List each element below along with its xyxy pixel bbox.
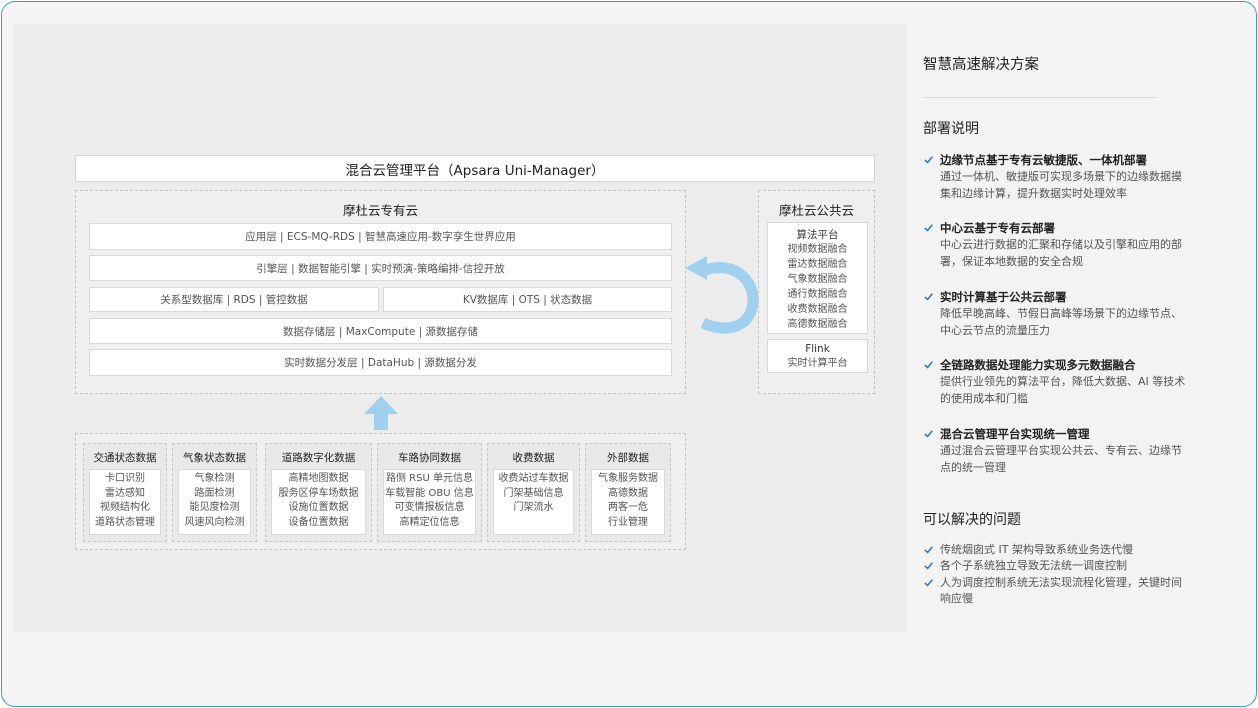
problem-item: 人为调度控制系统无法实现流程化管理，关键时间 响应慢 (923, 575, 1223, 607)
deploy-item-title: 混合云管理平台实现统一管理 (940, 427, 1090, 441)
deploy-heading: 部署说明 (923, 121, 979, 137)
deploy-item-title: 全链路数据处理能力实现多元数据融合 (940, 358, 1136, 372)
deploy-item-title: 中心云基于专有云部署 (940, 221, 1055, 235)
divider (923, 97, 1157, 98)
loop-arrow-icon (700, 261, 759, 334)
deploy-item-text: 集和边缘计算，提升数据实时处理效率 (940, 187, 1127, 200)
problem-text: 人为调度控制系统无法实现流程化管理，关键时间 (940, 576, 1182, 589)
problem-item: 传统烟囱式 IT 架构导致系统业务迭代慢 (923, 542, 1223, 558)
deploy-item-text: 降低早晚高峰、节假日高峰等场景下的边缘节点、 (940, 307, 1182, 320)
deploy-item-text: 中心云节点的流量压力 (940, 324, 1050, 337)
problems-heading: 可以解决的问题 (923, 512, 1021, 528)
deploy-item-text: 提供行业领先的算法平台，降低大数据、AI 等技术 (940, 375, 1186, 388)
problem-text: 传统烟囱式 IT 架构导致系统业务迭代慢 (940, 543, 1133, 556)
check-icon (924, 293, 933, 301)
deploy-item-text: 署，保证本地数据的安全合规 (940, 255, 1083, 268)
check-icon (924, 579, 933, 587)
panel-title: 智慧高速解决方案 (923, 57, 1039, 73)
check-icon (924, 430, 933, 438)
check-icon (924, 562, 933, 570)
check-icon (924, 546, 933, 554)
deploy-item-text: 的使用成本和门槛 (940, 392, 1028, 405)
deploy-item-text: 通过一体机、敏捷版可实现多场景下的边缘数据摸 (940, 170, 1182, 183)
deploy-item-text: 中心云进行数据的汇聚和存储以及引擎和应用的部 (940, 238, 1182, 251)
info-panel: 智慧高速解决方案 部署说明 边缘节点基于专有云敏捷版、一体机部署通过一体机、敏捷… (909, 24, 1246, 632)
deploy-item: 边缘节点基于专有云敏捷版、一体机部署通过一体机、敏捷版可实现多场景下的边缘数据摸… (923, 152, 1223, 202)
deploy-item: 中心云基于专有云部署中心云进行数据的汇聚和存储以及引擎和应用的部 署，保证本地数据… (923, 220, 1223, 270)
deploy-item-text: 通过混合云管理平台实现公共云、专有云、边缘节 (940, 444, 1182, 457)
deploy-item-title: 边缘节点基于专有云敏捷版、一体机部署 (940, 153, 1147, 167)
architecture-diagram: 混合云管理平台（Apsara Uni-Manager） 摩杜云专有云 应用层 |… (13, 24, 907, 632)
deploy-item: 混合云管理平台实现统一管理通过混合云管理平台实现公共云、专有云、边缘节 点的统一管… (923, 426, 1223, 476)
check-icon (924, 156, 933, 164)
problem-text: 各个子系统独立导致无法统一调度控制 (940, 559, 1127, 572)
problem-text: 响应慢 (940, 592, 973, 605)
deploy-item: 实时计算基于公共云部署降低早晚高峰、节假日高峰等场景下的边缘节点、 中心云节点的流… (923, 289, 1223, 339)
loop-arrow-head-icon (685, 256, 707, 280)
flow-arrows (364, 256, 759, 430)
problem-item: 各个子系统独立导致无法统一调度控制 (923, 558, 1223, 574)
deploy-item-title: 实时计算基于公共云部署 (940, 290, 1067, 304)
check-icon (924, 224, 933, 232)
app-frame: 混合云管理平台（Apsara Uni-Manager） 摩杜云专有云 应用层 |… (1, 1, 1257, 707)
check-icon (924, 361, 933, 369)
deploy-item: 全链路数据处理能力实现多元数据融合提供行业领先的算法平台，降低大数据、AI 等技… (923, 357, 1223, 407)
deploy-item-text: 点的统一管理 (940, 461, 1006, 474)
up-arrow-icon (364, 396, 398, 430)
